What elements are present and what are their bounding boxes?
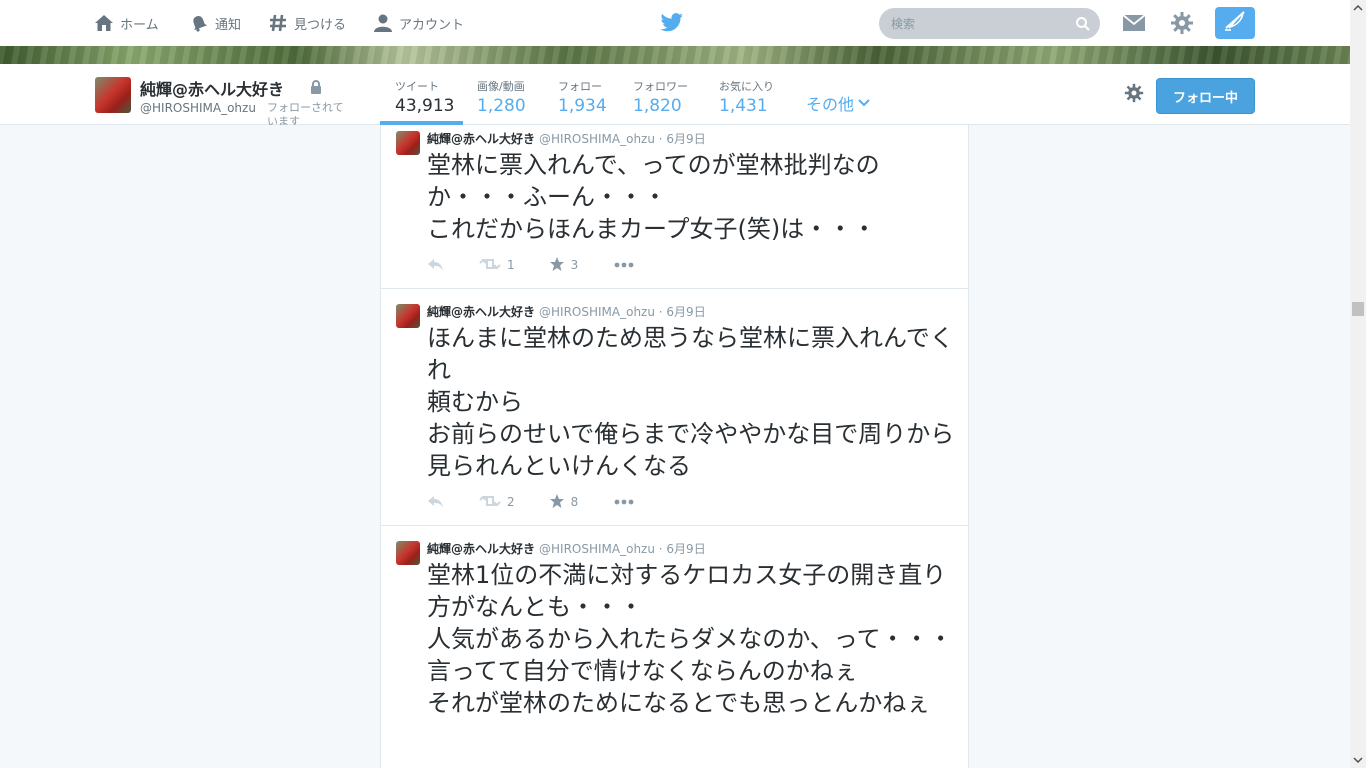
tweet-author-handle[interactable]: @HIROSHIMA_ohzu	[539, 305, 655, 319]
chevron-down-icon	[858, 98, 870, 108]
tweet-author-name[interactable]: 純輝@赤ヘル大好き	[427, 305, 535, 319]
nav-home-label: ホーム	[120, 17, 159, 33]
tweet-author-name[interactable]: 純輝@赤ヘル大好き	[427, 132, 535, 146]
stat-label: フォロワー	[633, 80, 688, 93]
retweet-icon	[479, 494, 501, 511]
profile-banner	[0, 46, 1350, 64]
stat-value: 1,431	[719, 96, 768, 116]
lock-icon	[310, 79, 322, 98]
tweet-actions: 1 3	[427, 255, 958, 275]
stat-tweets[interactable]: ツイート 43,913	[395, 78, 454, 116]
profile-handle[interactable]: @HIROSHIMA_ohzu	[140, 101, 256, 115]
stat-label: フォロー	[558, 80, 602, 93]
stat-value: 43,913	[395, 96, 455, 116]
tweet[interactable]: 純輝@赤ヘル大好き @HIROSHIMA_ohzu · 6月9日 堂林1位の不満に…	[381, 526, 968, 768]
stat-value: 1,280	[477, 96, 526, 116]
gear-icon[interactable]	[1170, 11, 1194, 39]
nav-account[interactable]: アカウント	[373, 0, 464, 46]
search-box[interactable]	[879, 8, 1100, 39]
tweet-header: 純輝@赤ヘル大好き @HIROSHIMA_ohzu · 6月9日	[427, 540, 958, 557]
profile-settings-gear-icon[interactable]	[1124, 83, 1144, 107]
stat-media[interactable]: 画像/動画 1,280	[477, 78, 526, 116]
tweet-date[interactable]: · 6月9日	[659, 132, 706, 146]
page-scrollbar[interactable]	[1350, 0, 1366, 768]
tweet[interactable]: 純輝@赤ヘル大好き @HIROSHIMA_ohzu · 6月9日 堂林に票入れんで…	[381, 125, 968, 289]
hashtag-icon	[268, 13, 288, 33]
person-icon	[373, 13, 393, 33]
tweet-header: 純輝@赤ヘル大好き @HIROSHIMA_ohzu · 6月9日	[427, 130, 958, 147]
stat-label: お気に入り	[719, 80, 774, 93]
more-dropdown[interactable]: その他	[806, 91, 870, 115]
tweet-author-handle[interactable]: @HIROSHIMA_ohzu	[539, 542, 655, 556]
more-label: その他	[806, 95, 855, 114]
bell-icon	[189, 13, 209, 33]
tweet-author-handle[interactable]: @HIROSHIMA_ohzu	[539, 132, 655, 146]
nav-home[interactable]: ホーム	[94, 0, 159, 46]
profile-bar: 純輝@赤ヘル大好き @HIROSHIMA_ohzu フォローされています ツイー…	[0, 64, 1350, 125]
nav-discover[interactable]: 見つける	[268, 0, 346, 46]
envelope-icon[interactable]	[1122, 13, 1146, 37]
follows-you-badge: フォローされています	[267, 101, 344, 125]
tweet-actions: 2 8	[427, 492, 958, 512]
quill-icon	[1223, 10, 1247, 36]
tweet-text: ほんまに堂林のため思うなら堂林に票入れんでくれ 頼むから お前らのせいで俺らまで…	[427, 324, 955, 480]
stat-label: 画像/動画	[477, 80, 525, 93]
reply-icon[interactable]	[427, 495, 445, 509]
retweet-button[interactable]: 1	[479, 257, 515, 274]
retweet-icon	[479, 257, 501, 274]
nav-account-label: アカウント	[399, 17, 465, 33]
scroll-up-arrow-icon[interactable]	[1350, 0, 1366, 16]
retweet-count: 2	[507, 495, 515, 509]
top-nav: ホーム 通知 見つける アカウント	[0, 0, 1350, 46]
following-button[interactable]: フォロー中	[1156, 78, 1255, 114]
reply-icon[interactable]	[427, 258, 445, 272]
tweet-header: 純輝@赤ヘル大好き @HIROSHIMA_ohzu · 6月9日	[427, 303, 958, 320]
favorite-button[interactable]: 8	[549, 493, 579, 512]
search-icon[interactable]	[1075, 16, 1091, 32]
twitter-bird-icon[interactable]	[660, 12, 684, 34]
favorite-count: 8	[570, 495, 579, 509]
favorite-button[interactable]: 3	[549, 256, 579, 275]
star-icon	[549, 493, 565, 512]
home-icon	[94, 13, 114, 33]
timeline: 純輝@赤ヘル大好き @HIROSHIMA_ohzu · 6月9日 堂林に票入れんで…	[380, 125, 969, 768]
stat-followers[interactable]: フォロワー 1,820	[633, 78, 688, 116]
tweet-author-name[interactable]: 純輝@赤ヘル大好き	[427, 542, 535, 556]
more-options-icon[interactable]	[614, 262, 634, 268]
retweet-count: 1	[507, 258, 515, 272]
tweet-avatar[interactable]	[396, 541, 420, 565]
avatar[interactable]	[95, 77, 131, 113]
profile-name[interactable]: 純輝@赤ヘル大好き	[140, 76, 284, 100]
stat-value: 1,820	[633, 96, 682, 116]
scroll-down-arrow-icon[interactable]	[1350, 752, 1366, 768]
tweet-date[interactable]: · 6月9日	[659, 542, 706, 556]
search-input[interactable]	[879, 8, 1059, 39]
favorite-count: 3	[570, 258, 579, 272]
tweet-avatar[interactable]	[396, 304, 420, 328]
nav-notifications-label: 通知	[215, 17, 242, 33]
scrollbar-thumb[interactable]	[1352, 302, 1364, 316]
retweet-button[interactable]: 2	[479, 494, 515, 511]
nav-notifications[interactable]: 通知	[189, 0, 241, 46]
tweet[interactable]: 純輝@赤ヘル大好き @HIROSHIMA_ohzu · 6月9日 ほんまに堂林のた…	[381, 289, 968, 526]
stat-favorites[interactable]: お気に入り 1,431	[719, 78, 774, 116]
compose-tweet-button[interactable]	[1215, 7, 1255, 39]
tweet-date[interactable]: · 6月9日	[659, 305, 706, 319]
tweet-text: 堂林に票入れんで、ってのが堂林批判なのか・・・ふーん・・・ これだからほんまカー…	[427, 151, 880, 243]
more-options-icon[interactable]	[614, 499, 634, 505]
tweet-text: 堂林1位の不満に対するケロカス女子の開き直り方がなんとも・・・ 人気があるから入…	[427, 561, 953, 717]
stat-label: ツイート	[395, 80, 439, 93]
stat-value: 1,934	[558, 96, 607, 116]
stat-following[interactable]: フォロー 1,934	[558, 78, 607, 116]
star-icon	[549, 256, 565, 275]
tweet-avatar[interactable]	[396, 131, 420, 155]
nav-discover-label: 見つける	[294, 17, 347, 33]
